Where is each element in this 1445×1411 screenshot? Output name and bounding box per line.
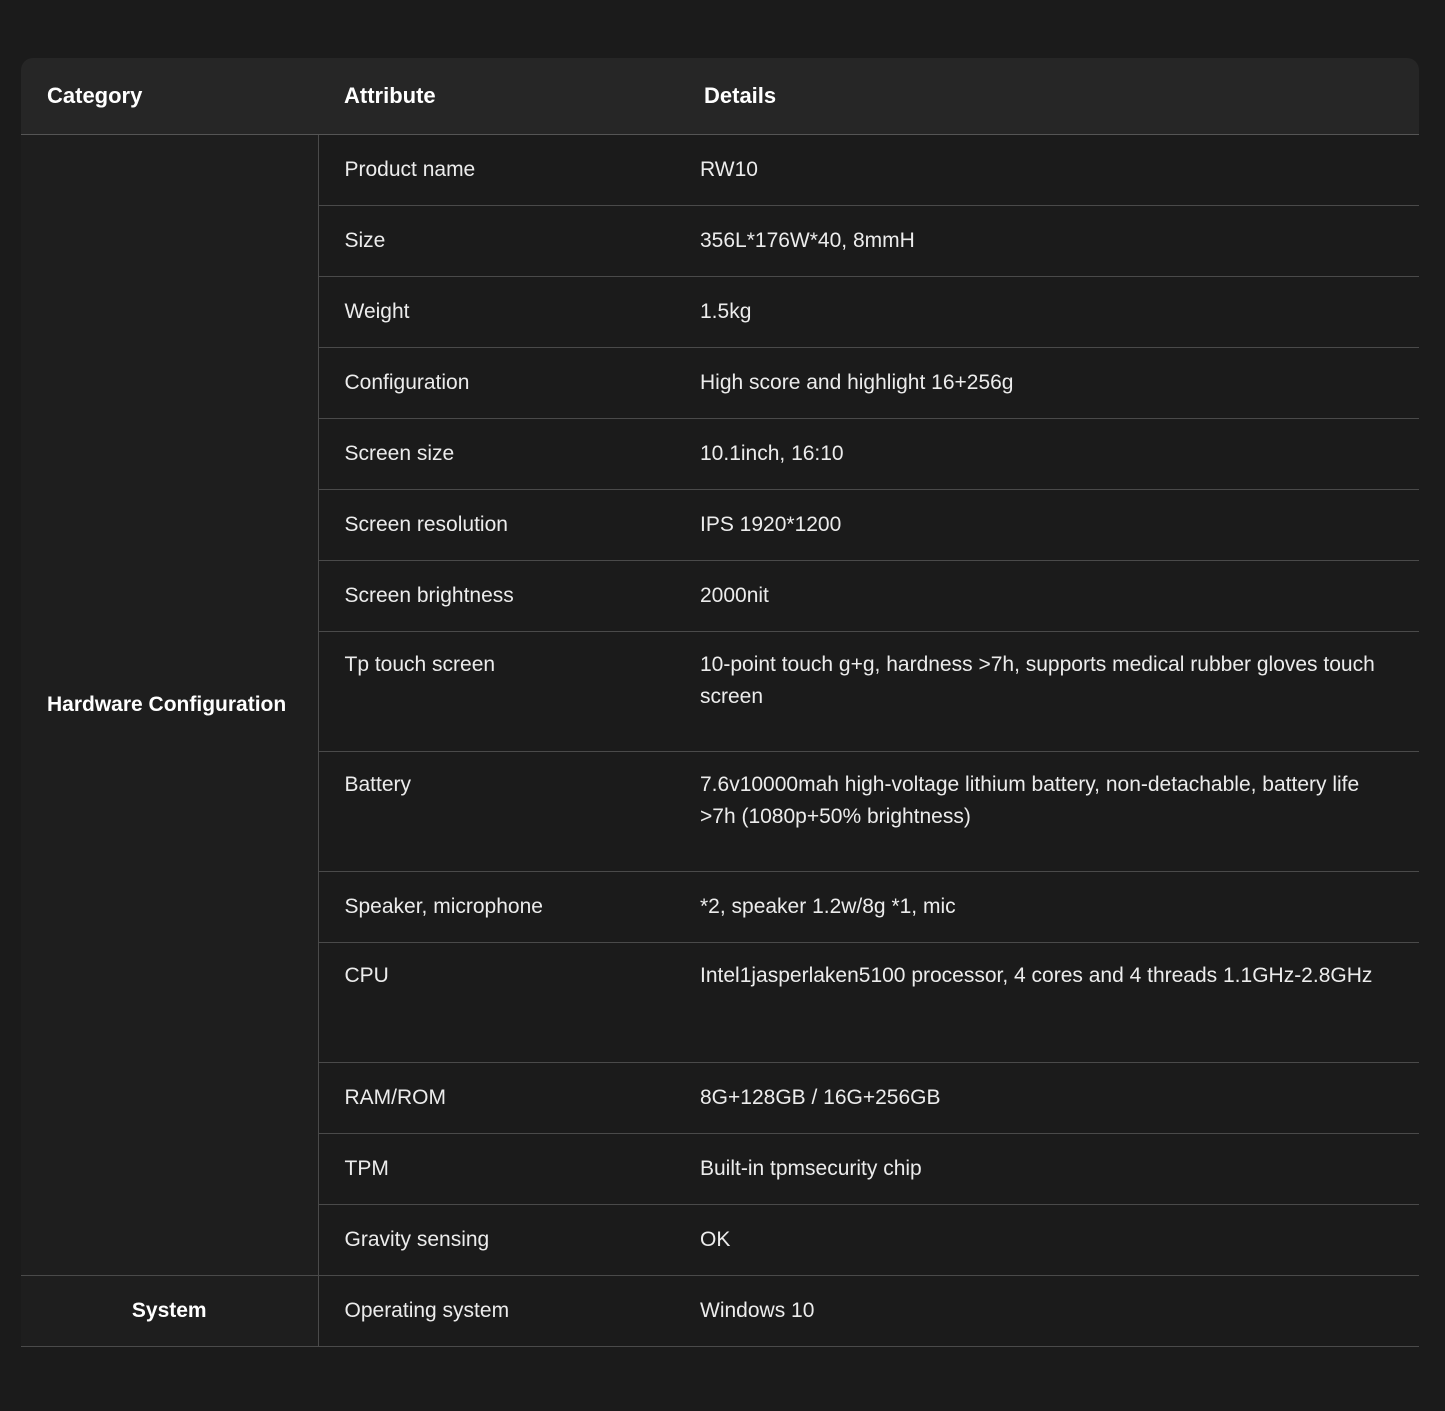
attribute-cell: Battery <box>318 751 678 872</box>
attribute-cell: Operating system <box>318 1275 678 1347</box>
details-cell: 2000nit <box>678 560 1419 632</box>
details-cell: High score and highlight 16+256g <box>678 347 1419 419</box>
header-row: Category Attribute Details <box>21 58 1419 135</box>
details-cell: Windows 10 <box>678 1275 1419 1347</box>
header-attribute: Attribute <box>318 58 678 135</box>
attribute-cell: Screen size <box>318 418 678 490</box>
attribute-cell: Size <box>318 205 678 277</box>
category-cell-hardware: Hardware Configuration <box>21 134 319 1276</box>
spec-table-container: Category Attribute Details Hardware Conf… <box>21 58 1419 1347</box>
details-cell: 8G+128GB / 16G+256GB <box>678 1062 1419 1134</box>
table-row: Hardware Configuration Product name RW10 <box>21 134 1419 1276</box>
spec-table: Category Attribute Details Hardware Conf… <box>21 58 1419 1347</box>
details-cell: 10-point touch g+g, hardness >7h, suppor… <box>678 631 1419 752</box>
table-header: Category Attribute Details <box>21 58 1419 135</box>
details-cell: Intel1jasperlaken5100 processor, 4 cores… <box>678 942 1419 1063</box>
category-cell-system: System <box>21 1275 319 1347</box>
details-cell: RW10 <box>678 134 1419 206</box>
header-details: Details <box>678 58 1419 135</box>
details-cell: OK <box>678 1204 1419 1276</box>
details-cell: *2, speaker 1.2w/8g *1, mic <box>678 871 1419 943</box>
details-cell: 356L*176W*40, 8mmH <box>678 205 1419 277</box>
details-cell: 10.1inch, 16:10 <box>678 418 1419 490</box>
table-row: System Operating system Windows 10 <box>21 1275 1419 1347</box>
attribute-cell: TPM <box>318 1133 678 1205</box>
attribute-cell: Configuration <box>318 347 678 419</box>
attribute-cell: Screen resolution <box>318 489 678 561</box>
attribute-cell: Weight <box>318 276 678 348</box>
details-cell: IPS 1920*1200 <box>678 489 1419 561</box>
attribute-cell: Screen brightness <box>318 560 678 632</box>
attribute-cell: Gravity sensing <box>318 1204 678 1276</box>
attribute-cell: Product name <box>318 134 678 206</box>
header-category: Category <box>21 58 318 135</box>
details-cell: 1.5kg <box>678 276 1419 348</box>
details-cell: 7.6v10000mah high-voltage lithium batter… <box>678 751 1419 872</box>
table-body: Hardware Configuration Product name RW10… <box>21 134 1419 1347</box>
details-cell: Built-in tpmsecurity chip <box>678 1133 1419 1205</box>
attribute-cell: CPU <box>318 942 678 1063</box>
attribute-cell: Tp touch screen <box>318 631 678 752</box>
attribute-cell: Speaker, microphone <box>318 871 678 943</box>
attribute-cell: RAM/ROM <box>318 1062 678 1134</box>
